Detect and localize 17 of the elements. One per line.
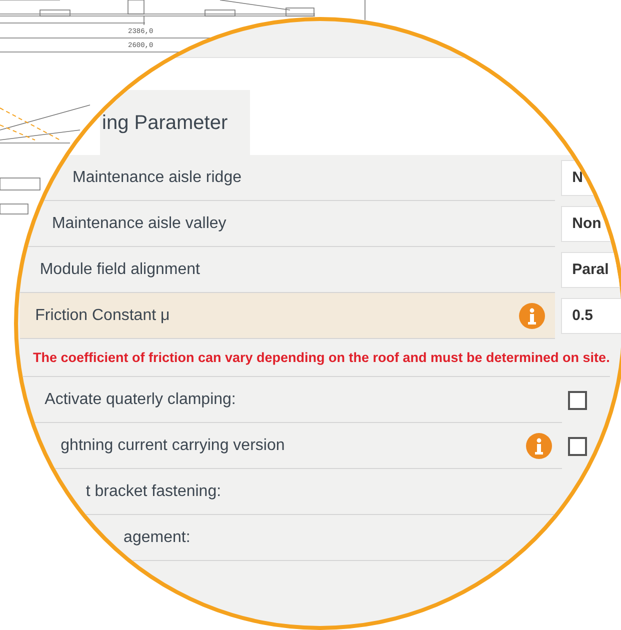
form-outline-drawing bbox=[0, 178, 40, 214]
field-label: agement: bbox=[122, 528, 190, 548]
input-field[interactable]: 0.5 bbox=[561, 298, 621, 334]
field-label: Module field alignment bbox=[38, 260, 200, 280]
field-label: t bracket fastening: bbox=[84, 482, 222, 502]
field-label: ghtning current carrying version bbox=[60, 436, 285, 456]
field-label: Activate quaterly clamping: bbox=[44, 390, 236, 410]
field-label: Maintenance aisle valley bbox=[50, 214, 226, 234]
checkbox[interactable] bbox=[568, 390, 587, 410]
field-label: Maintenance aisle ridge bbox=[72, 168, 242, 188]
info-icon[interactable] bbox=[519, 302, 546, 328]
parameter-tab[interactable]: ing Parameter bbox=[100, 90, 250, 155]
select-field[interactable]: Paral bbox=[561, 252, 621, 288]
warning-note: The coefficient of friction can vary depending on the roof and must be determined on site. bbox=[20, 339, 610, 377]
checkbox[interactable] bbox=[568, 436, 587, 456]
info-icon[interactable] bbox=[526, 432, 552, 458]
field-label: Friction Constant μ bbox=[34, 306, 170, 326]
